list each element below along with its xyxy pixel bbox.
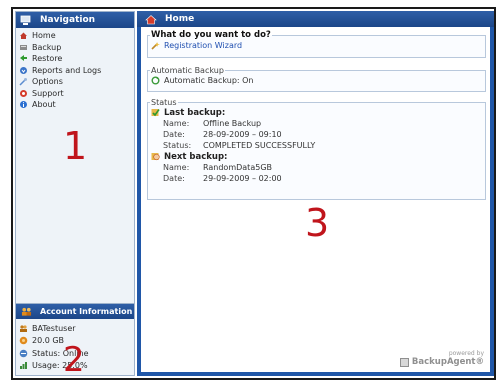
account-user: BATestuser — [19, 322, 134, 335]
account-title: Account Information — [40, 307, 133, 316]
sidebar-item-reports[interactable]: Reports and Logs — [19, 65, 134, 77]
annotation-1: 1 — [63, 124, 88, 168]
clock-icon — [151, 153, 160, 161]
status-legend: Status — [151, 98, 177, 107]
next-backup-title: Next backup: — [164, 151, 228, 162]
sidebar-item-label: Restore — [32, 54, 63, 64]
refresh-icon — [151, 76, 160, 85]
account-header: Account Information — [16, 304, 134, 319]
last-backup-heading: Last backup: — [148, 107, 485, 118]
page-title: Home — [165, 14, 195, 24]
registration-wizard-link[interactable]: Registration Wizard — [148, 40, 485, 51]
sidebar-item-restore[interactable]: Restore — [19, 53, 134, 65]
last-backup-date-row: Date: 28-09-2009 – 09:10 — [148, 129, 485, 140]
sidebar: Navigation Home Backup Restore Reports a… — [15, 11, 135, 376]
backup-icon — [20, 44, 27, 50]
home-icon — [145, 14, 157, 24]
registration-wizard-label[interactable]: Registration Wizard — [164, 41, 242, 50]
next-date-value: 29-09-2009 – 02:00 — [203, 174, 282, 183]
last-name-value: Offline Backup — [203, 119, 262, 128]
automatic-backup-legend: Automatic Backup — [151, 66, 224, 75]
account-user-label: BATestuser — [32, 323, 76, 333]
sidebar-item-home[interactable]: Home — [19, 30, 134, 42]
next-backup-heading: Next backup: — [148, 151, 485, 162]
restore-icon — [20, 55, 27, 62]
powered-by: powered by BackupAgent® — [399, 350, 484, 367]
what-to-do-legend: What do you want to do? — [151, 30, 271, 40]
navigation-title: Navigation — [40, 15, 96, 25]
last-name-label: Name: — [163, 119, 190, 128]
automatic-backup-text: Automatic Backup: On — [164, 76, 254, 85]
sidebar-item-label: Backup — [32, 42, 62, 52]
support-icon — [20, 89, 27, 97]
options-icon — [19, 78, 27, 86]
reports-icon — [20, 66, 27, 74]
user-icon — [20, 325, 27, 332]
last-backup-name-row: Name: Offline Backup — [148, 118, 485, 129]
status-icon — [19, 349, 28, 358]
check-icon — [151, 109, 160, 117]
next-name-value: RandomData5GB — [203, 163, 272, 172]
sidebar-item-options[interactable]: Options — [19, 76, 134, 88]
brand: BackupAgent® — [399, 357, 484, 367]
navigation-header: Navigation — [16, 12, 134, 28]
app-window: Navigation Home Backup Restore Reports a… — [11, 7, 496, 380]
computer-icon — [20, 15, 31, 25]
sidebar-item-support[interactable]: Support — [19, 88, 134, 100]
backupagent-logo-icon — [399, 357, 409, 367]
last-backup-title: Last backup: — [164, 107, 226, 118]
next-date-label: Date: — [163, 174, 185, 183]
storage-icon — [19, 336, 28, 345]
about-icon — [20, 101, 27, 109]
nav-list: Home Backup Restore Reports and Logs Opt… — [16, 28, 134, 111]
automatic-backup-section: Automatic Backup Automatic Backup: On — [147, 66, 486, 92]
annotation-2: 2 — [63, 340, 85, 380]
next-backup-date-row: Date: 29-09-2009 – 02:00 — [148, 173, 485, 184]
powered-by-text: powered by — [448, 350, 484, 357]
sidebar-item-label: Options — [32, 77, 63, 87]
sidebar-item-about[interactable]: About — [19, 99, 134, 111]
sidebar-item-backup[interactable]: Backup — [19, 42, 134, 54]
usage-icon — [20, 362, 27, 370]
home-icon — [20, 32, 27, 40]
sidebar-item-label: Home — [32, 31, 56, 41]
wizard-icon — [151, 42, 160, 50]
sidebar-item-label: Support — [32, 88, 64, 98]
what-to-do-section: What do you want to do? Registration Wiz… — [147, 30, 486, 58]
main-header: Home — [137, 11, 494, 27]
status-section: Status Last backup: Name: Offline Backup… — [147, 98, 486, 200]
users-icon — [21, 307, 32, 316]
annotation-3: 3 — [305, 201, 330, 245]
last-date-label: Date: — [163, 130, 185, 139]
sidebar-item-label: About — [32, 100, 56, 110]
last-status-value: COMPLETED SUCCESSFULLY — [203, 141, 316, 150]
next-backup-name-row: Name: RandomData5GB — [148, 162, 485, 173]
main-panel: Home What do you want to do? Registratio… — [137, 11, 494, 376]
last-date-value: 28-09-2009 – 09:10 — [203, 130, 282, 139]
sidebar-item-label: Reports and Logs — [32, 65, 102, 75]
next-name-label: Name: — [163, 163, 190, 172]
automatic-backup-row: Automatic Backup: On — [148, 75, 485, 86]
last-backup-status-row: Status: COMPLETED SUCCESSFULLY — [148, 140, 485, 151]
brand-name: BackupAgent® — [411, 357, 484, 367]
account-storage-label: 20.0 GB — [32, 336, 65, 346]
last-status-label: Status: — [163, 141, 192, 150]
